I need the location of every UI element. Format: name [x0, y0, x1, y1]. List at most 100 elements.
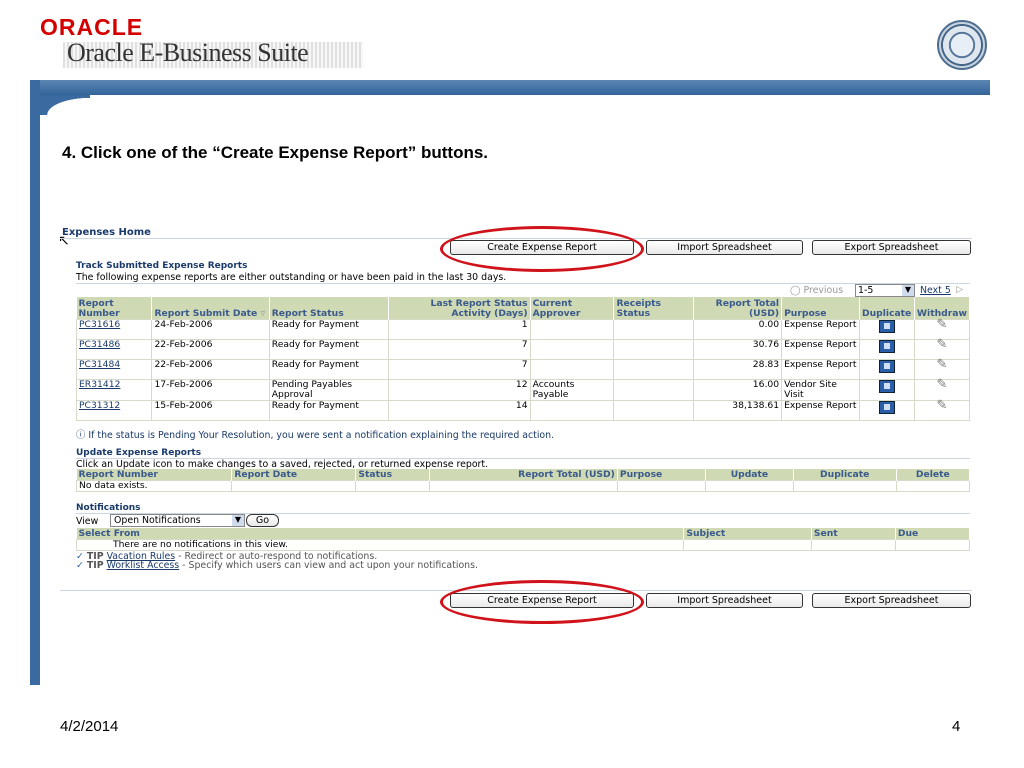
- report-date: 15-Feb-2006: [154, 399, 213, 411]
- empty-cell: [428, 479, 618, 492]
- pager-next-link[interactable]: Next 5: [920, 285, 951, 296]
- chevron-down-icon[interactable]: ▼: [232, 515, 244, 526]
- report-purpose-cell: Expense Report: [781, 338, 860, 360]
- report-purpose-cell: Expense Report: [781, 399, 860, 421]
- current-approver: Accounts Payable: [532, 378, 575, 400]
- last-activity-days-cell: 1: [388, 318, 531, 340]
- empty-cell: [355, 479, 430, 492]
- page-number: 4: [952, 718, 961, 735]
- last-activity-days: 1: [521, 318, 528, 330]
- empty-message: There are no notifications in this view.: [75, 538, 685, 551]
- divider: [76, 283, 970, 284]
- report-purpose-cell: Vendor Site Visit: [781, 378, 860, 401]
- table-row: PC31616 24-Feb-2006 Ready for Payment 1 0.00…: [75, 318, 971, 340]
- report-number-link[interactable]: PC31312: [79, 400, 120, 411]
- withdraw-icon[interactable]: ✎: [937, 318, 948, 331]
- report-total: 30.76: [752, 338, 780, 350]
- report-status: Pending Payables Approval: [271, 378, 353, 400]
- report-total-cell: 38,138.61: [693, 399, 783, 421]
- col-submit-date[interactable]: Report Submit Date ▿: [151, 297, 270, 319]
- duplicate-icon[interactable]: [878, 359, 895, 373]
- withdraw-icon[interactable]: ✎: [937, 399, 948, 412]
- current-approver-cell: Accounts Payable: [529, 378, 615, 401]
- col-purpose: Purpose: [617, 469, 706, 480]
- col-withdraw: Withdraw: [914, 297, 971, 319]
- duplicate-icon[interactable]: [878, 400, 895, 414]
- table-row: No data exists.: [75, 479, 971, 492]
- pager-range-select[interactable]: 1-5 ▼: [855, 284, 915, 297]
- col-select-from: Select From: [76, 528, 685, 539]
- empty-cell: [704, 479, 794, 492]
- update-reports-table: Report Number Report Date Status Report …: [75, 469, 971, 492]
- report-number-link-cell: PC31486: [75, 338, 153, 360]
- empty-cell: [894, 538, 971, 551]
- col-due: Due: [895, 528, 971, 539]
- instruction-text: 4. Click one of the “Create Expense Repo…: [62, 143, 489, 162]
- export-spreadsheet-button[interactable]: Export Spreadsheet: [812, 240, 971, 255]
- last-activity-days: 7: [521, 358, 528, 370]
- notifications-view-select[interactable]: Open Notifications ▼: [110, 514, 245, 527]
- duplicate-icon[interactable]: [878, 379, 895, 393]
- report-date: 22-Feb-2006: [154, 358, 213, 370]
- empty-cell: [792, 479, 897, 492]
- report-number-link[interactable]: PC31484: [79, 359, 120, 370]
- report-status: Ready for Payment: [271, 399, 359, 411]
- withdraw-icon[interactable]: ✎: [937, 338, 948, 351]
- left-sidebar-bar: [30, 80, 40, 685]
- tip-label: TIP: [86, 560, 104, 571]
- highlight-oval: [440, 226, 644, 272]
- report-date-cell: 22-Feb-2006: [151, 338, 270, 360]
- col-duplicate: Duplicate: [859, 297, 915, 319]
- report-total-cell: 30.76: [693, 338, 783, 360]
- page-title: Expenses Home: [62, 227, 151, 238]
- update-section-title: Update Expense Reports: [76, 448, 202, 458]
- header-bar: [30, 80, 990, 95]
- withdraw-cell: ✎: [913, 338, 971, 360]
- col-report-date: Report Date: [231, 469, 357, 480]
- withdraw-cell: ✎: [913, 318, 971, 340]
- next-arrow-icon[interactable]: ▷: [956, 284, 963, 295]
- duplicate-cell: [858, 399, 915, 421]
- export-spreadsheet-button-bottom[interactable]: Export Spreadsheet: [812, 593, 971, 608]
- withdraw-icon[interactable]: ✎: [937, 378, 948, 391]
- duplicate-icon[interactable]: [878, 319, 895, 333]
- import-spreadsheet-button[interactable]: Import Spreadsheet: [646, 240, 803, 255]
- chevron-down-icon[interactable]: ▼: [902, 285, 914, 296]
- duplicate-icon[interactable]: [878, 339, 895, 353]
- report-total: 16.00: [752, 378, 780, 390]
- col-current-approver: Current Approver: [530, 297, 615, 319]
- report-number-link[interactable]: ER31412: [79, 379, 120, 390]
- empty-cell: [683, 538, 812, 551]
- report-number-link-cell: PC31484: [75, 358, 153, 380]
- footer-date: 4/2/2014: [60, 718, 119, 735]
- view-select-value: Open Notifications: [114, 515, 201, 526]
- report-status: Ready for Payment: [271, 318, 359, 330]
- col-status: Status: [355, 469, 430, 480]
- last-activity-days: 12: [515, 378, 528, 390]
- mouse-cursor-icon: ↖: [58, 232, 70, 248]
- report-number-link[interactable]: PC31616: [79, 319, 120, 330]
- report-purpose-cell: Expense Report: [781, 318, 860, 340]
- report-number-link[interactable]: PC31486: [79, 339, 120, 350]
- info-icon: ⓘ: [76, 430, 86, 441]
- sort-icon: ▿: [260, 307, 266, 319]
- withdraw-icon[interactable]: ✎: [937, 358, 948, 371]
- col-delete: Delete: [896, 469, 971, 480]
- report-number-link-cell: ER31412: [75, 378, 153, 401]
- duplicate-cell: [858, 358, 915, 380]
- import-spreadsheet-button-bottom[interactable]: Import Spreadsheet: [646, 593, 803, 608]
- empty-cell: [895, 479, 971, 492]
- pager-range-value: 1-5: [858, 285, 874, 296]
- view-label: View: [76, 516, 99, 527]
- pager-previous[interactable]: ◯ Previous: [790, 285, 843, 296]
- current-approver-cell: [529, 338, 615, 360]
- worklist-access-link[interactable]: Worklist Access: [107, 560, 180, 571]
- report-date-cell: 24-Feb-2006: [151, 318, 270, 340]
- go-button[interactable]: Go: [246, 514, 279, 527]
- col-report-total: Report Total (USD): [693, 297, 783, 319]
- last-activity-days: 7: [521, 338, 528, 350]
- tip-text: - Specify which users can view and act u…: [179, 560, 478, 571]
- track-description: The following expense reports are either…: [76, 272, 507, 283]
- withdraw-cell: ✎: [913, 358, 971, 380]
- report-number-link-cell: PC31616: [75, 318, 153, 340]
